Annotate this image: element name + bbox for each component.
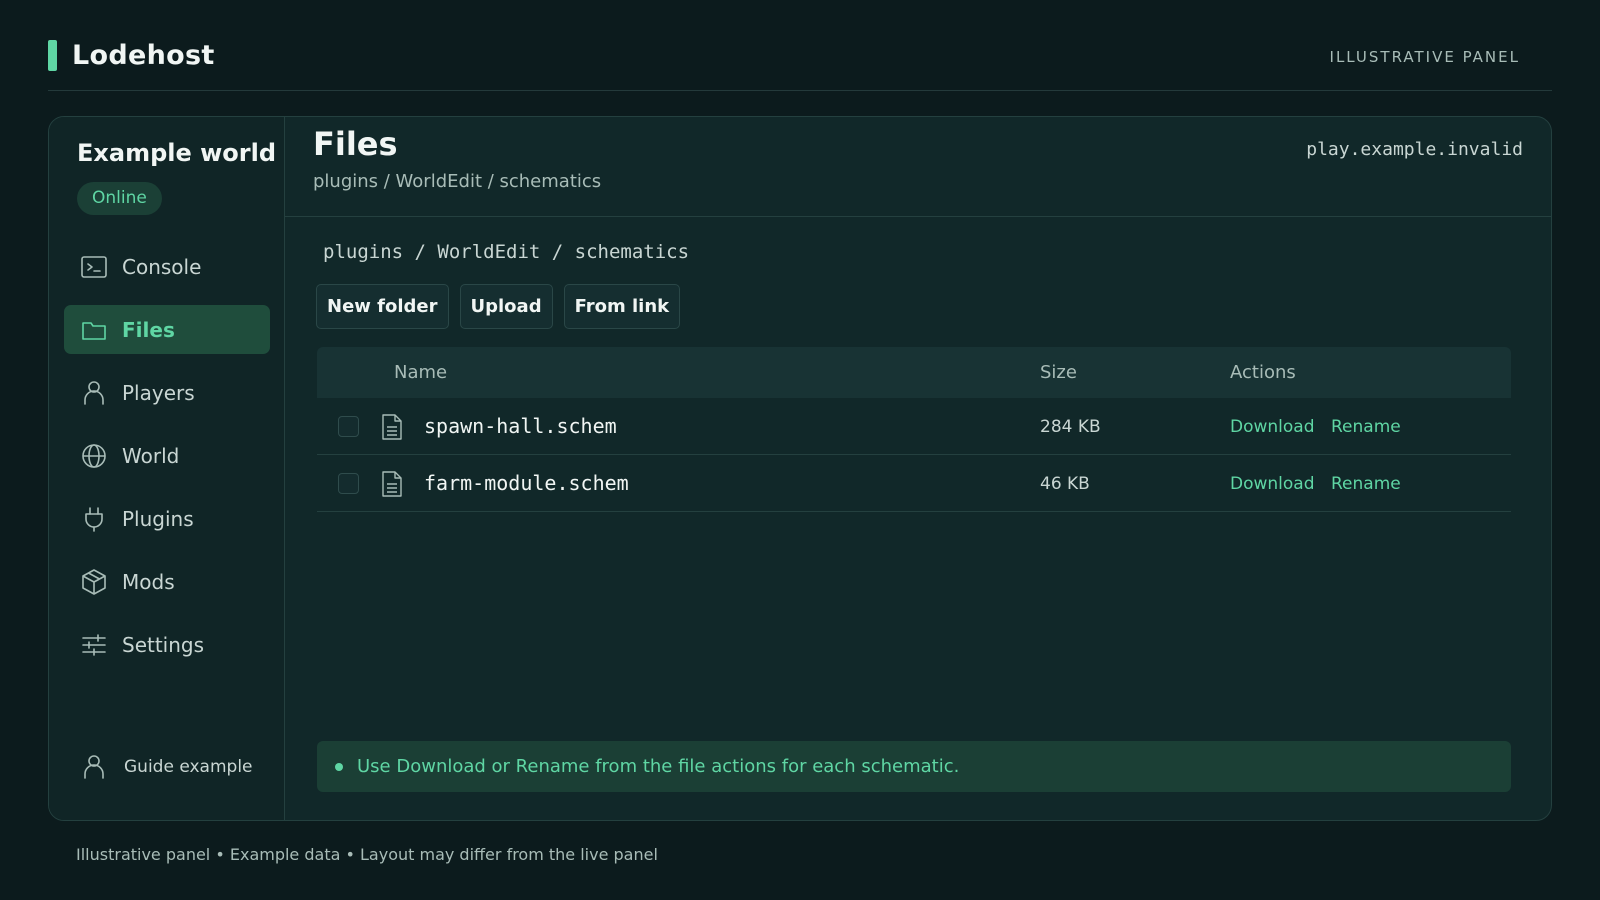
- download-link[interactable]: Download: [1230, 417, 1315, 437]
- column-size: Size: [1040, 362, 1077, 383]
- file-toolbar: New folder Upload From link: [316, 284, 681, 329]
- sidebar-item-console[interactable]: Console: [64, 242, 270, 291]
- sidebar-item-players[interactable]: Players: [64, 368, 270, 417]
- sidebar-item-label: Files: [122, 317, 175, 342]
- table-row: farm-module.schem 46 KB Download Rename: [317, 455, 1511, 512]
- file-name[interactable]: spawn-hall.schem: [424, 414, 617, 438]
- sidebar-item-label: World: [122, 443, 180, 468]
- user-icon: [80, 379, 108, 407]
- file-size: 46 KB: [1040, 474, 1090, 494]
- brand-name: Lodehost: [72, 40, 215, 71]
- file-icon: [382, 471, 402, 497]
- sidebar-item-label: Settings: [122, 632, 205, 657]
- user-menu[interactable]: Guide example: [80, 753, 253, 781]
- content: Files plugins / WorldEdit / schematics p…: [285, 117, 1551, 820]
- sidebar-item-label: Mods: [122, 569, 175, 594]
- breadcrumb: plugins / WorldEdit / schematics: [313, 171, 602, 192]
- new-folder-button[interactable]: New folder: [316, 284, 449, 329]
- main-panel: Example world Online Console Files Playe…: [48, 116, 1552, 821]
- user-name: Guide example: [124, 757, 253, 777]
- folder-icon: [80, 316, 108, 344]
- footer-note: Illustrative panel • Example data • Layo…: [76, 845, 658, 864]
- plug-icon: [80, 505, 108, 533]
- notice-dot-icon: [335, 762, 343, 771]
- rename-link[interactable]: Rename: [1331, 474, 1401, 494]
- sidebar: Example world Online Console Files Playe…: [49, 117, 285, 820]
- column-name: Name: [394, 362, 448, 383]
- download-link[interactable]: Download: [1230, 474, 1315, 494]
- file-icon: [382, 414, 402, 440]
- info-notice: Use Download or Rename from the file act…: [317, 741, 1511, 792]
- file-name[interactable]: farm-module.schem: [424, 471, 629, 495]
- row-checkbox[interactable]: [338, 416, 359, 437]
- sidebar-item-files[interactable]: Files: [64, 305, 270, 354]
- upload-button[interactable]: Upload: [459, 284, 553, 329]
- file-table: Name Size Actions spawn-hall.schem 284 K…: [317, 347, 1511, 512]
- table-row: spawn-hall.schem 284 KB Download Rename: [317, 398, 1511, 455]
- status-badge: Online: [77, 182, 162, 215]
- brand-mark: [48, 40, 57, 71]
- file-size: 284 KB: [1040, 417, 1101, 437]
- page-title: Files: [313, 125, 398, 163]
- sidebar-item-label: Console: [122, 254, 202, 279]
- cube-icon: [80, 568, 108, 596]
- column-actions: Actions: [1230, 362, 1296, 383]
- sidebar-item-world[interactable]: World: [64, 431, 270, 480]
- server-address: play.example.invalid: [1306, 139, 1523, 160]
- sidebar-item-label: Players: [122, 380, 195, 405]
- sidebar-item-label: Plugins: [122, 506, 194, 531]
- server-name: Example world: [77, 139, 277, 167]
- globe-icon: [80, 442, 108, 470]
- sidebar-item-settings[interactable]: Settings: [64, 620, 270, 669]
- content-header: Files plugins / WorldEdit / schematics p…: [285, 117, 1551, 217]
- terminal-icon: [80, 253, 108, 281]
- top-bar: Lodehost ILLUSTRATIVE PANEL: [48, 36, 1552, 91]
- brand: Lodehost: [48, 40, 215, 71]
- from-link-button[interactable]: From link: [563, 284, 681, 329]
- table-header: Name Size Actions: [317, 347, 1511, 398]
- current-path: plugins / WorldEdit / schematics: [323, 241, 690, 263]
- row-checkbox[interactable]: [338, 473, 359, 494]
- top-label: ILLUSTRATIVE PANEL: [1329, 48, 1520, 66]
- rename-link[interactable]: Rename: [1331, 417, 1401, 437]
- sidebar-nav: Console Files Players World Plugins Mods…: [64, 242, 270, 683]
- user-icon: [80, 753, 108, 781]
- sidebar-item-mods[interactable]: Mods: [64, 557, 270, 606]
- sidebar-item-plugins[interactable]: Plugins: [64, 494, 270, 543]
- sliders-icon: [80, 631, 108, 659]
- notice-text: Use Download or Rename from the file act…: [357, 756, 960, 777]
